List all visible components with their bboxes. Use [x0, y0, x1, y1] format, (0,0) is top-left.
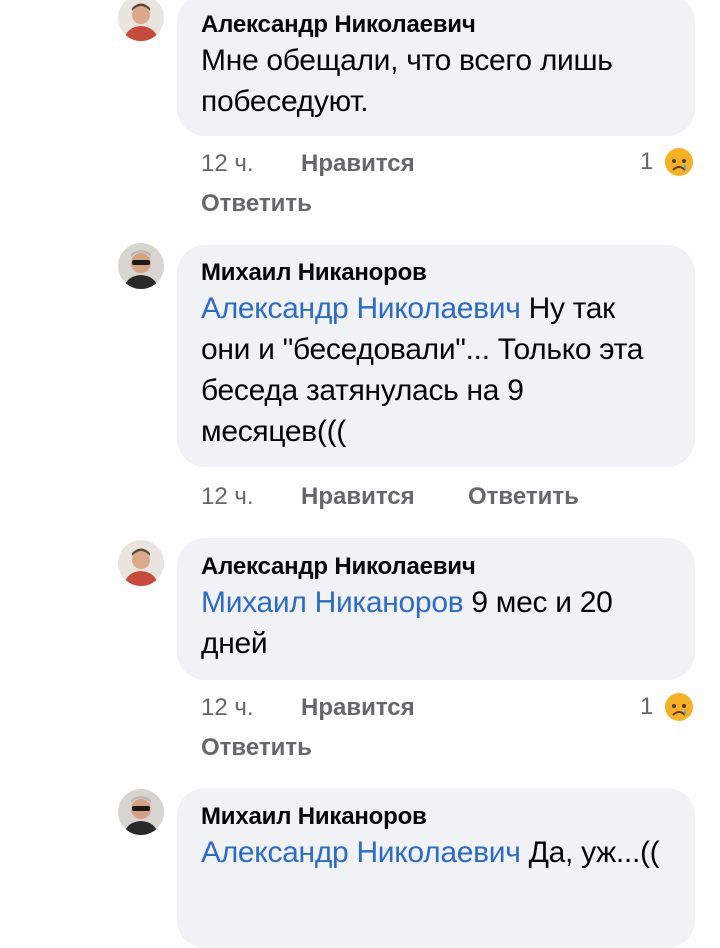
comment-author[interactable]: Александр Николаевич	[201, 552, 671, 582]
avatar[interactable]	[118, 540, 164, 586]
comment-body: Да, уж...((	[520, 836, 660, 869]
reaction-count: 1	[640, 693, 654, 720]
reaction-summary[interactable]: 1	[640, 147, 694, 177]
comment-bubble: Александр Николаевич Михаил Никаноров 9 …	[177, 538, 695, 680]
sad-reaction-icon	[665, 148, 694, 176]
reaction-count: 1	[640, 148, 654, 175]
comment-text: Александр Николаевич Ну так они и "бесед…	[201, 288, 671, 452]
comment-author[interactable]: Александр Николаевич	[201, 10, 671, 40]
reply-button[interactable]: Ответить	[468, 483, 579, 511]
comment-text: Мне обещали, что всего лишь побеседуют.	[201, 40, 671, 122]
avatar[interactable]	[118, 243, 164, 289]
avatar[interactable]	[118, 0, 164, 41]
reply-button[interactable]: Ответить	[201, 734, 312, 762]
mention-link[interactable]: Александр Николаевич	[201, 292, 521, 325]
comment-bubble: Александр Николаевич Мне обещали, что вс…	[177, 0, 695, 136]
comment-time[interactable]: 12 ч.	[201, 150, 254, 178]
comment-author[interactable]: Михаил Никаноров	[201, 802, 671, 832]
comment-text: Александр Николаевич Да, уж...((	[201, 832, 671, 873]
reply-button[interactable]: Ответить	[201, 190, 312, 218]
comment-body: Мне обещали, что всего лишь побеседуют.	[201, 44, 613, 118]
avatar[interactable]	[118, 789, 164, 835]
mention-link[interactable]: Александр Николаевич	[201, 836, 521, 869]
reaction-summary[interactable]: 1	[640, 692, 694, 722]
like-button[interactable]: Нравится	[301, 150, 415, 178]
sad-reaction-icon	[665, 693, 694, 721]
comment-text: Михаил Никаноров 9 мес и 20 дней	[201, 582, 671, 664]
mention-link[interactable]: Михаил Никаноров	[201, 586, 464, 619]
comment-bubble: Михаил Никаноров Александр Николаевич Ну…	[177, 245, 695, 467]
like-button[interactable]: Нравится	[301, 694, 415, 722]
comment-bubble: Михаил Никаноров Александр Николаевич Да…	[177, 788, 695, 948]
comment-author[interactable]: Михаил Никаноров	[201, 258, 671, 288]
like-button[interactable]: Нравится	[301, 483, 415, 511]
comment-time[interactable]: 12 ч.	[201, 483, 254, 511]
comment-time[interactable]: 12 ч.	[201, 694, 254, 722]
